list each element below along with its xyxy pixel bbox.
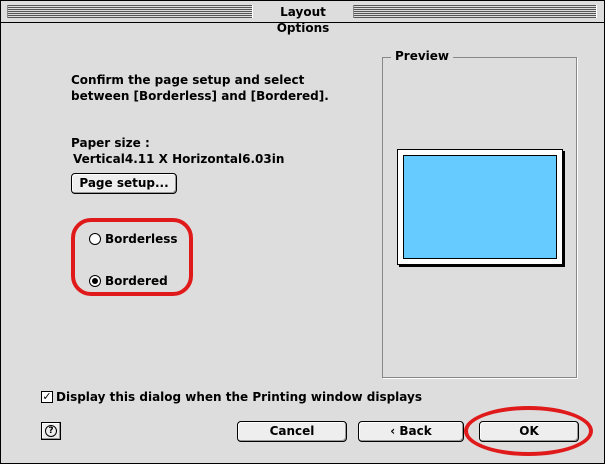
radio-borderless-label: Borderless — [105, 232, 178, 246]
display-dialog-checkbox[interactable]: ✓ — [41, 391, 53, 403]
annotation-circle-ok — [464, 406, 593, 456]
back-button[interactable]: ‹ Back — [358, 421, 464, 442]
title-bar[interactable]: Layout Options — [1, 1, 604, 35]
layout-options-dialog: Layout Options Confirm the page setup an… — [0, 0, 605, 464]
instruction-text: Confirm the page setup and select betwee… — [71, 73, 329, 103]
title-bar-stripes-right — [353, 5, 597, 18]
window-title: Layout Options — [276, 5, 330, 35]
radio-button-selected[interactable] — [89, 275, 101, 287]
checkmark-icon: ✓ — [42, 390, 52, 403]
preview-paper — [397, 149, 563, 265]
radio-selected-dot — [92, 278, 98, 284]
title-bar-stripes-left — [7, 5, 253, 18]
radio-button-unselected[interactable] — [89, 233, 101, 245]
help-icon: ? — [45, 425, 57, 437]
paper-size-value: Vertical4.11 X Horizontal6.03in — [73, 152, 285, 166]
preview-print-area — [403, 155, 557, 259]
display-dialog-label: Display this dialog when the Printing wi… — [56, 390, 422, 404]
preview-label: Preview — [391, 48, 454, 64]
radio-bordered-label: Bordered — [105, 274, 168, 288]
page-setup-button[interactable]: Page setup... — [71, 173, 177, 194]
paper-size-label: Paper size : — [71, 136, 150, 150]
help-button[interactable]: ? — [41, 422, 61, 440]
cancel-button[interactable]: Cancel — [237, 421, 347, 442]
